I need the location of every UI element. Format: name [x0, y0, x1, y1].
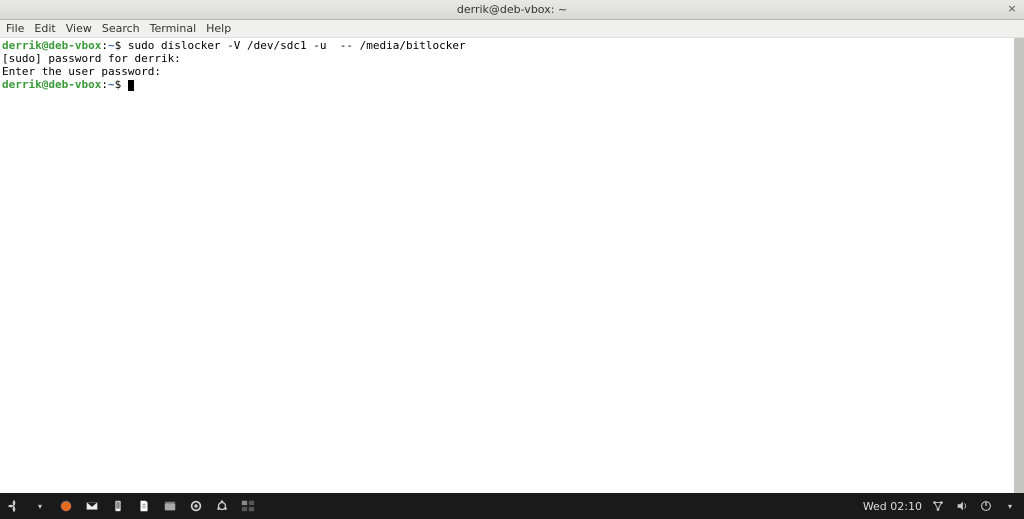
prompt-user: derrik@deb-vbox	[2, 39, 101, 52]
taskbar: ▾ Wed 02:10	[0, 493, 1024, 519]
firefox-icon[interactable]	[58, 498, 74, 514]
close-icon[interactable]: ×	[1006, 3, 1018, 15]
menu-terminal[interactable]: Terminal	[150, 22, 197, 35]
window-titlebar[interactable]: derrik@deb-vbox: ~ ×	[0, 0, 1024, 20]
prompt-user: derrik@deb-vbox	[2, 78, 101, 91]
terminal-window: derrik@deb-vbox: ~ × File Edit View Sear…	[0, 0, 1024, 493]
document-icon[interactable]	[136, 498, 152, 514]
settings-icon[interactable]	[188, 498, 204, 514]
command-text: sudo dislocker -V /dev/sdc1 -u -- /media…	[128, 39, 466, 52]
taskbar-left: ▾	[6, 498, 256, 514]
prompt-path: ~	[108, 78, 115, 91]
prompt-path: ~	[108, 39, 115, 52]
terminal-body[interactable]: derrik@deb-vbox:~$ sudo dislocker -V /de…	[0, 38, 1024, 493]
menu-search[interactable]: Search	[102, 22, 140, 35]
taskbar-right: Wed 02:10 ▾	[863, 498, 1018, 514]
window-title: derrik@deb-vbox: ~	[457, 3, 567, 16]
menubar: File Edit View Search Terminal Help	[0, 20, 1024, 38]
network-icon[interactable]	[930, 498, 946, 514]
phone-icon[interactable]	[110, 498, 126, 514]
menu-help[interactable]: Help	[206, 22, 231, 35]
power-icon[interactable]	[978, 498, 994, 514]
clock[interactable]: Wed 02:10	[863, 500, 922, 513]
menu-file[interactable]: File	[6, 22, 24, 35]
cursor	[128, 80, 134, 91]
volume-icon[interactable]	[954, 498, 970, 514]
terminal-line: Enter the user password:	[2, 65, 1022, 78]
mail-icon[interactable]	[84, 498, 100, 514]
files-icon[interactable]	[162, 498, 178, 514]
menu-view[interactable]: View	[66, 22, 92, 35]
terminal-line: derrik@deb-vbox:~$	[2, 78, 1022, 91]
workspace-icon[interactable]	[240, 498, 256, 514]
start-menu-icon[interactable]	[6, 498, 22, 514]
terminal-line: [sudo] password for derrik:	[2, 52, 1022, 65]
terminal-line: derrik@deb-vbox:~$ sudo dislocker -V /de…	[2, 39, 1022, 52]
scrollbar-thumb[interactable]	[1014, 38, 1024, 493]
ubuntu-icon[interactable]	[214, 498, 230, 514]
chevron-down-icon[interactable]: ▾	[1002, 498, 1018, 514]
menu-edit[interactable]: Edit	[34, 22, 55, 35]
scrollbar[interactable]	[1014, 38, 1024, 493]
chevron-down-icon[interactable]: ▾	[32, 498, 48, 514]
